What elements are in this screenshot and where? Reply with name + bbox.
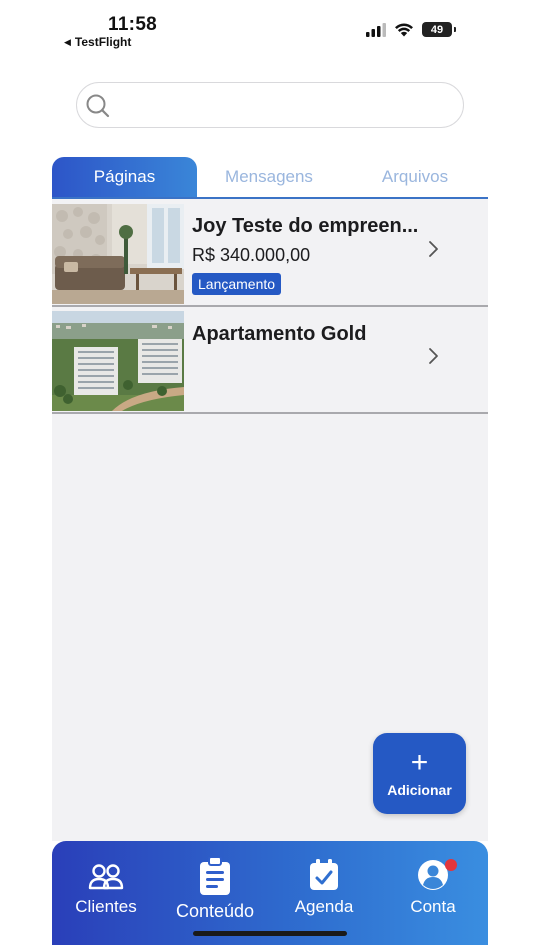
list-item[interactable]: Joy Teste do empreen... R$ 340.000,00 La…	[52, 201, 488, 307]
battery-icon: 49	[422, 22, 456, 37]
search-icon	[86, 94, 110, 118]
tab-arquivos[interactable]: Arquivos	[352, 157, 478, 197]
battery-level: 49	[430, 23, 444, 36]
nav-label: Clientes	[75, 897, 137, 916]
bottom-navigation: Clientes Conteúdo Agenda Conta	[52, 841, 488, 945]
users-icon	[88, 864, 124, 890]
nav-item-agenda[interactable]: Agenda	[274, 859, 374, 917]
status-time: 11:58	[108, 14, 158, 35]
cellular-signal-icon	[366, 22, 386, 37]
nav-label: Conteúdo	[175, 901, 255, 921]
back-app-label: TestFlight	[74, 35, 132, 49]
nav-item-conta[interactable]: Conta	[383, 859, 483, 917]
nav-label: Agenda	[294, 897, 354, 916]
home-indicator	[193, 931, 347, 936]
chevron-right-icon	[429, 241, 438, 257]
tab-paginas[interactable]: Páginas	[52, 157, 197, 197]
wifi-icon	[395, 23, 413, 37]
add-button-label: Adicionar	[387, 781, 452, 798]
back-to-testflight-link[interactable]: ◀ TestFlight	[64, 35, 131, 49]
clipboard-list-icon	[200, 857, 230, 895]
content-tabs: Páginas Mensagens Arquivos	[52, 157, 488, 199]
add-button[interactable]: + Adicionar	[373, 733, 466, 814]
plus-icon: +	[410, 745, 429, 779]
nav-item-conteudo[interactable]: Conteúdo	[165, 857, 265, 922]
status-icons: 49	[366, 22, 456, 37]
item-price: R$ 340.000,00	[192, 245, 311, 265]
property-thumbnail-buildings	[52, 311, 184, 411]
item-title: Joy Teste do empreen...	[192, 215, 419, 237]
search-input[interactable]	[117, 83, 447, 127]
item-title: Apartamento Gold	[192, 323, 367, 345]
nav-label: Conta	[410, 897, 456, 916]
list-item[interactable]: Apartamento Gold	[52, 308, 488, 414]
status-bar: 11:58 ◀ TestFlight 49	[0, 0, 534, 60]
tab-mensagens[interactable]: Mensagens	[202, 157, 336, 197]
status-badge: Lançamento	[192, 273, 282, 295]
calendar-check-icon	[310, 859, 338, 890]
search-bar[interactable]	[76, 82, 464, 128]
chevron-right-icon	[429, 348, 438, 364]
back-arrow-icon: ◀	[64, 36, 71, 47]
notification-dot	[445, 859, 457, 871]
property-thumbnail-living-room	[52, 204, 184, 304]
nav-item-clientes[interactable]: Clientes	[56, 863, 156, 917]
